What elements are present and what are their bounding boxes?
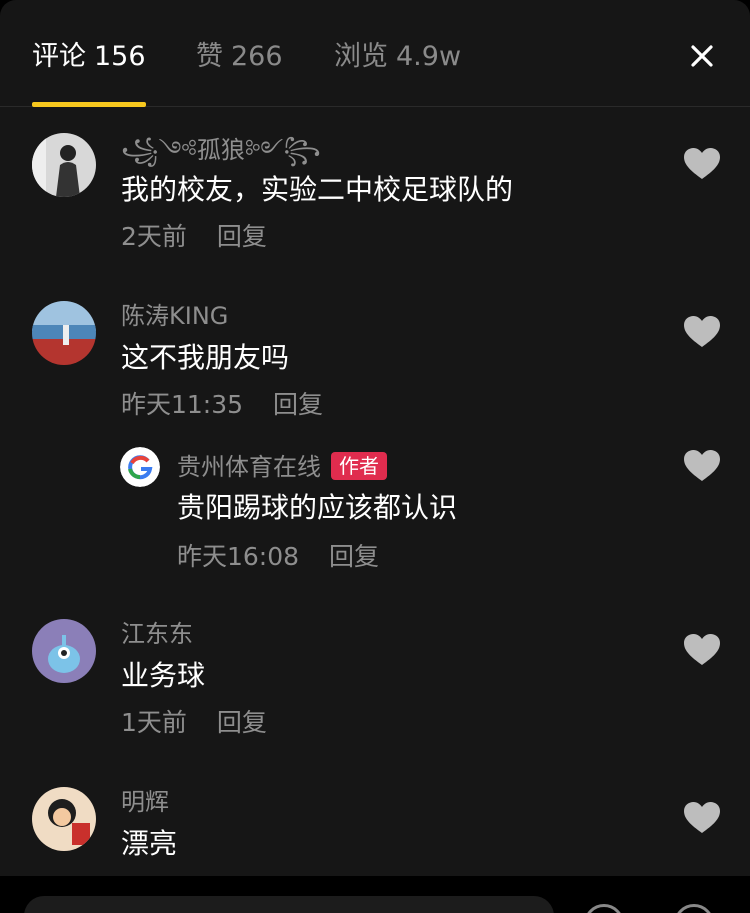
comment-input[interactable] [24,896,554,913]
tab-views[interactable]: 浏览 4.9w [334,38,461,76]
comment-text: 业务球 [121,659,206,692]
reply-button[interactable]: 回复 [273,390,323,419]
comment-time: 2天前 [121,222,187,251]
comment-meta: 2天前 回复 [121,221,267,253]
heart-icon[interactable] [683,147,721,181]
comment-text: 我的校友，实验二中校足球队的 [121,173,514,206]
tab-comments-count: 156 [94,41,146,72]
reply-author: 贵州体育在线 作者 [177,452,387,482]
tab-bar: 评论 156 赞 266 浏览 4.9w [0,0,750,107]
close-icon[interactable] [684,38,720,74]
tab-views-label: 浏览 [334,41,388,72]
avatar-placeholder [32,619,96,683]
author-badge: 作者 [331,452,387,480]
comment-time: 昨天11:35 [121,390,244,419]
comment-author[interactable]: 江东东 [121,619,193,649]
reply-author-name[interactable]: 贵州体育在线 [177,453,321,481]
avatar-placeholder [120,447,160,487]
heart-icon[interactable] [683,449,721,483]
avatar[interactable] [32,619,96,683]
reply-button[interactable]: 回复 [217,222,267,251]
tab-comments[interactable]: 评论 156 [32,38,146,76]
tab-comments-label: 评论 [32,41,86,72]
comment-text: 贵阳踢球的应该都认识 [177,491,458,524]
avatar-placeholder [32,301,96,365]
avatar[interactable] [32,787,96,851]
comment-text: 漂亮 [121,827,178,860]
avatar-placeholder [32,133,96,197]
comment-meta: 1天前 回复 [121,707,267,739]
avatar[interactable] [32,133,96,197]
tab-views-count: 4.9w [396,41,462,72]
comment-time: 1天前 [121,708,187,737]
heart-icon[interactable] [683,801,721,835]
reply-button[interactable]: 回复 [329,542,379,571]
tab-likes-count: 266 [231,41,283,72]
active-tab-indicator [32,102,146,107]
comment-meta: 昨天11:35 回复 [121,389,323,421]
comment-text: 这不我朋友吗 [121,341,290,374]
heart-icon[interactable] [683,315,721,349]
comment-author[interactable]: ꧁༺孤狼༻꧂ [121,135,321,165]
heart-icon[interactable] [683,633,721,667]
reply-button[interactable]: 回复 [217,708,267,737]
tab-likes[interactable]: 赞 266 [196,38,283,76]
avatar-placeholder [32,787,96,851]
comment-author[interactable]: 陈涛KING [121,301,228,331]
comment-meta: 昨天16:08 回复 [177,541,379,573]
avatar[interactable] [120,447,160,487]
comment-time: 昨天16:08 [177,542,300,571]
comment-author[interactable]: 明辉 [121,787,169,817]
tab-likes-label: 赞 [196,41,223,72]
comments-panel: 评论 156 赞 266 浏览 4.9w ꧁༺孤狼༻꧂ 我的校友，实验二中校足球队的 … [0,0,750,913]
avatar[interactable] [32,301,96,365]
